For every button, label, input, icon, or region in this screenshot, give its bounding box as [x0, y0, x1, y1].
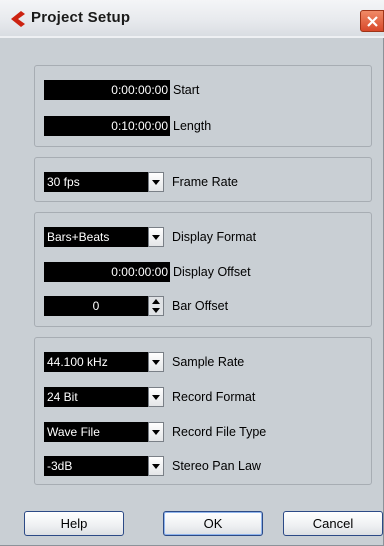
chevron-down-icon — [152, 235, 160, 240]
dialog-title: Project Setup — [31, 9, 131, 26]
chevron-down-icon — [152, 360, 160, 365]
stereo-pan-law-dropdown-button[interactable] — [148, 456, 164, 476]
project-setup-dialog: Project Setup 0:00:00:00 Start 0:10:00:0… — [0, 0, 384, 546]
chevron-down-icon — [152, 430, 160, 435]
bar-offset-label: Bar Offset — [172, 299, 229, 313]
sample-rate-select[interactable]: 44.100 kHz — [44, 352, 148, 372]
record-file-type-label: Record File Type — [172, 425, 267, 439]
start-field[interactable]: 0:00:00:00 — [44, 80, 170, 100]
bar-offset-field[interactable]: 0 — [44, 296, 148, 316]
length-label: Length — [173, 119, 212, 133]
record-format-select[interactable]: 24 Bit — [44, 387, 148, 407]
cancel-button[interactable]: Cancel — [283, 511, 383, 536]
sample-rate-dropdown-button[interactable] — [148, 352, 164, 372]
close-button[interactable] — [360, 10, 384, 32]
start-label: Start — [173, 83, 200, 97]
sample-rate-label: Sample Rate — [172, 355, 245, 369]
display-format-label: Display Format — [172, 230, 257, 244]
frame-rate-dropdown-button[interactable] — [148, 172, 164, 192]
display-format-select[interactable]: Bars+Beats — [44, 227, 148, 247]
chevron-down-icon — [152, 180, 160, 185]
close-icon — [367, 16, 378, 27]
bar-offset-stepper[interactable] — [148, 296, 164, 316]
chevron-down-icon — [152, 395, 160, 400]
stereo-pan-law-label: Stereo Pan Law — [172, 459, 261, 473]
stereo-pan-law-select[interactable]: -3dB — [44, 456, 148, 476]
record-file-type-select[interactable]: Wave File — [44, 422, 148, 442]
display-offset-field[interactable]: 0:00:00:00 — [44, 262, 170, 282]
cubase-logo-icon — [11, 11, 25, 27]
length-field[interactable]: 0:10:00:00 — [44, 116, 170, 136]
stepper-up-icon[interactable] — [152, 299, 160, 304]
display-format-dropdown-button[interactable] — [148, 227, 164, 247]
help-button[interactable]: Help — [24, 511, 124, 536]
record-format-dropdown-button[interactable] — [148, 387, 164, 407]
frame-rate-select[interactable]: 30 fps — [44, 172, 148, 192]
display-offset-label: Display Offset — [173, 265, 251, 279]
record-format-label: Record Format — [172, 390, 256, 404]
title-bar[interactable]: Project Setup — [0, 0, 384, 38]
ok-button[interactable]: OK — [163, 511, 263, 536]
frame-rate-label: Frame Rate — [172, 175, 238, 189]
record-file-type-dropdown-button[interactable] — [148, 422, 164, 442]
stepper-down-icon[interactable] — [152, 308, 160, 313]
chevron-down-icon — [152, 464, 160, 469]
